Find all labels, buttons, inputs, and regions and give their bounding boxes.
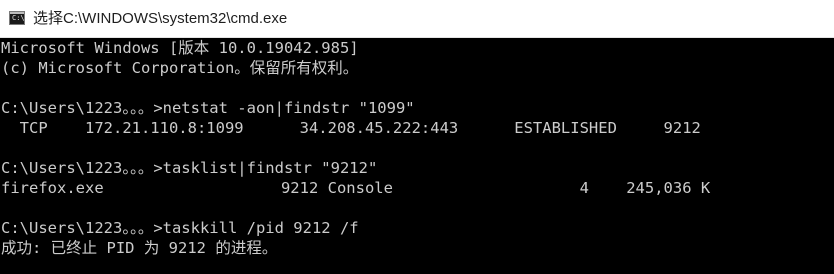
- console-line-netstat-cmd: C:\Users\1223。。。>netstat -aon|findstr "1…: [1, 99, 415, 117]
- console-line-taskkill-result: 成功: 已终止 PID 为 9212 的进程。: [1, 239, 278, 257]
- window-title: 选择C:\WINDOWS\system32\cmd.exe: [33, 10, 288, 27]
- console-line-netstat-result: TCP 172.21.110.8:1099 34.208.45.222:443 …: [1, 119, 701, 137]
- console-line-copyright: (c) Microsoft Corporation。保留所有权利。: [1, 59, 359, 77]
- console-line-tasklist-result: firefox.exe 9212 Console 4 245,036 K: [1, 179, 711, 197]
- console-line-version: Microsoft Windows [版本 10.0.19042.985]: [1, 39, 359, 57]
- cmd-window: C:\ 选择C:\WINDOWS\system32\cmd.exe Micros…: [0, 0, 834, 274]
- console-line-taskkill-cmd: C:\Users\1223。。。>taskkill /pid 9212 /f: [1, 219, 359, 237]
- title-bar[interactable]: C:\ 选择C:\WINDOWS\system32\cmd.exe: [0, 0, 834, 38]
- cmd-icon-glyph: C:\: [12, 14, 25, 22]
- console-output[interactable]: Microsoft Windows [版本 10.0.19042.985] (c…: [0, 38, 834, 274]
- console-line-tasklist-cmd: C:\Users\1223。。。>tasklist|findstr "9212": [1, 159, 378, 177]
- cmd-icon: C:\: [9, 11, 25, 25]
